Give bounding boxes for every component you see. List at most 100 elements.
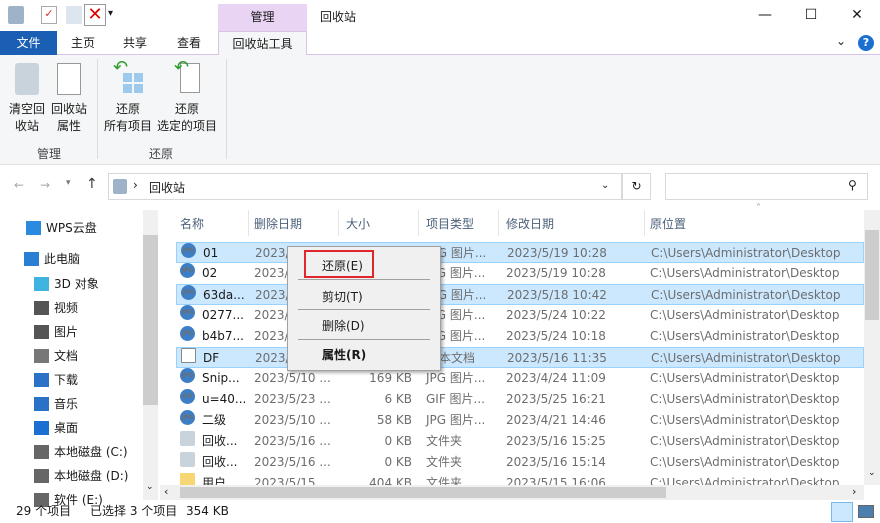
ribbon-collapse-chevron-icon[interactable]: ⌄ [836,34,846,48]
scroll-left-arrow-icon[interactable]: ‹ [164,485,168,498]
column-header-size[interactable]: 大小 [346,215,370,232]
file-row[interactable]: JPG 63da... 2023/JPG 图片... 2023/5/18 10:42 C… [176,284,864,305]
maximize-button[interactable]: ☐ [788,0,834,31]
cell-size: 0 KB [384,434,412,448]
search-icon: ⚲ [848,178,857,192]
tab-share[interactable]: 共享 [112,31,158,55]
3d-objects-icon [34,277,49,291]
nav-item-label: 文档 [54,349,79,363]
empty-recycle-bin-button[interactable]: 清空回 收站 [6,63,48,135]
nav-item-wps-cloud[interactable]: WPS云盘 [26,217,97,239]
cell-name: Snip... [202,371,240,385]
file-row[interactable]: JPG 二级 2023/5/10 ... 58 KB JPG 图片... 2023/4/2… [176,410,864,431]
file-row[interactable]: JPG b4b7... 2023/JPG 图片... 2023/5/24 10:18 C… [176,326,864,347]
menu-separator [298,339,430,340]
cell-modified: 2023/5/16 15:25 [506,434,606,448]
cell-name: u=40... [202,392,247,406]
file-row[interactable]: JPG 0277... 2023/JPG 图片... 2023/5/24 10:22 C… [176,305,864,326]
column-header-deleted-date[interactable]: 删除日期 [254,215,302,232]
help-icon[interactable]: ? [858,35,874,51]
nav-item-label: 视频 [54,301,79,315]
recent-locations-chevron-icon[interactable]: ▾ [66,178,71,188]
customize-toolbar-chevron-icon[interactable]: ▾ [108,8,113,19]
nav-item-3d-objects[interactable]: 3D 对象 [34,273,99,295]
navigation-pane: WPS云盘此电脑 3D 对象视频图片文档下载音乐桌面 本地磁盘 (C:) 本地磁盘 (… [0,210,158,507]
tab-file[interactable]: 文件 [0,31,57,55]
recycle-bin-properties-button[interactable]: 回收站 属性 [48,63,90,135]
refresh-button[interactable]: ↻ [622,173,651,200]
cell-deleted: 2023/5/16 ... [254,434,331,448]
tab-view[interactable]: 查看 [166,31,212,55]
file-row[interactable]: 回收... 2023/5/16 ... 0 KB 文件夹 2023/5/16 15:14… [176,452,864,473]
forward-button[interactable]: → [40,178,50,192]
menu-item-cut[interactable]: 剪切(T) [322,288,363,305]
nav-item-videos[interactable]: 视频 [34,297,78,319]
column-header-original-location[interactable]: 原位置 [650,215,686,232]
cell-origin: C:\Users\Administrator\Desktop [650,476,840,485]
horizontal-scrollbar[interactable]: ‹ › [160,485,864,500]
nav-item-local-disk-d[interactable]: 本地磁盘 (D:) [34,465,128,487]
delete-quick-icon[interactable]: ✕ [84,4,106,26]
nav-scrollbar[interactable]: ⌄ [143,210,158,500]
menu-item-properties[interactable]: 属性(R) [322,346,366,363]
address-dropdown-chevron-icon[interactable]: ⌄ [601,180,609,191]
nav-item-label: WPS云盘 [46,221,97,235]
tab-recycle-bin-tools[interactable]: 回收站工具 [218,31,307,56]
cell-origin: C:\Users\Administrator\Desktop [650,308,840,322]
file-row[interactable]: JPG Snip... 2023/5/10 ... 169 KB JPG 图片... 20… [176,368,864,389]
address-bar[interactable]: › 回收站 ⌄ [108,173,622,200]
search-input[interactable]: ⚲ [665,173,868,200]
file-row[interactable]: JPG 01 2023/JPG 图片... 2023/5/19 10:28 C:\Use… [176,242,864,263]
close-button[interactable]: ✕ [834,0,880,31]
nav-item-local-disk-c[interactable]: 本地磁盘 (C:) [34,441,128,463]
breadcrumb-recycle-bin[interactable]: 回收站 [149,179,185,196]
column-header-modified-date[interactable]: 修改日期 [506,215,554,232]
scroll-down-arrow-icon[interactable]: ⌄ [146,482,154,492]
nav-item-documents[interactable]: 文档 [34,345,78,367]
menu-item-delete[interactable]: 删除(D) [322,317,365,334]
scroll-down-arrow-icon[interactable]: ⌄ [868,468,876,478]
new-folder-quick-icon[interactable] [66,6,82,24]
nav-item-downloads[interactable]: 下载 [34,369,78,391]
back-button[interactable]: ← [14,178,24,192]
menu-item-restore[interactable]: 还原(E) [322,257,363,274]
file-row[interactable]: JPG 02 2023/JPG 图片... 2023/5/19 10:28 C:\Use… [176,263,864,284]
nav-item-desktop[interactable]: 桌面 [34,417,78,439]
restore-selected-button[interactable]: ↶ 还原 选定的项目 [156,59,218,135]
nav-item-label: 音乐 [54,397,79,411]
music-icon [34,397,49,411]
restore-selected-icon: ↶ [172,59,202,95]
column-header-type[interactable]: 项目类型 [426,215,474,232]
title-bar: ✓ ✕ ▾ 管理 回收站 — ☐ ✕ [0,0,880,31]
cell-origin: C:\Users\Administrator\Desktop [650,371,840,385]
file-row[interactable]: GIF u=40... 2023/5/23 ... 6 KB GIF 图片... 2023… [176,389,864,410]
details-view-button[interactable] [831,502,853,522]
minimize-button[interactable]: — [742,0,788,31]
file-row[interactable]: 回收... 2023/5/16 ... 0 KB 文件夹 2023/5/16 15:25… [176,431,864,452]
cell-modified: 2023/5/16 11:35 [507,351,607,365]
tab-home[interactable]: 主页 [60,31,106,55]
column-header-name[interactable]: 名称 [180,215,204,232]
file-list-scrollbar[interactable]: ⌄ [864,210,880,485]
cell-deleted: 2023/ [254,266,289,280]
cell-size: 404 KB [369,476,412,485]
cell-name: 回收... [202,455,238,469]
cell-deleted: 2023/5/16 ... [254,455,331,469]
nav-item-this-pc[interactable]: 此电脑 [24,248,80,270]
cell-origin: C:\Users\Administrator\Desktop [650,455,840,469]
nav-item-pictures[interactable]: 图片 [34,321,78,343]
context-tab-manage[interactable]: 管理 [218,4,307,31]
cell-deleted: 2023/ [254,308,289,322]
cell-name: 0277... [202,308,244,322]
restore-all-button[interactable]: ↶ 还原 所有项目 [102,59,154,135]
properties-quick-icon[interactable]: ✓ [41,6,57,24]
large-icons-view-button[interactable] [858,505,874,518]
file-row[interactable]: 用户 2023/5/15 ... 404 KB 文件夹 2023/5/15 16:06 C… [176,473,864,485]
context-menu: 还原(E) 剪切(T) 删除(D) 属性(R) [287,246,441,371]
file-row[interactable]: DF 2023/文本文档 2023/5/16 11:35 C:\Users\Admin… [176,347,864,368]
scroll-right-arrow-icon[interactable]: › [852,485,856,498]
up-button[interactable]: ↑ [86,176,98,192]
selected-size: 354 KB [186,504,229,518]
cell-origin: C:\Users\Administrator\Desktop [651,351,841,365]
nav-item-music[interactable]: 音乐 [34,393,78,415]
